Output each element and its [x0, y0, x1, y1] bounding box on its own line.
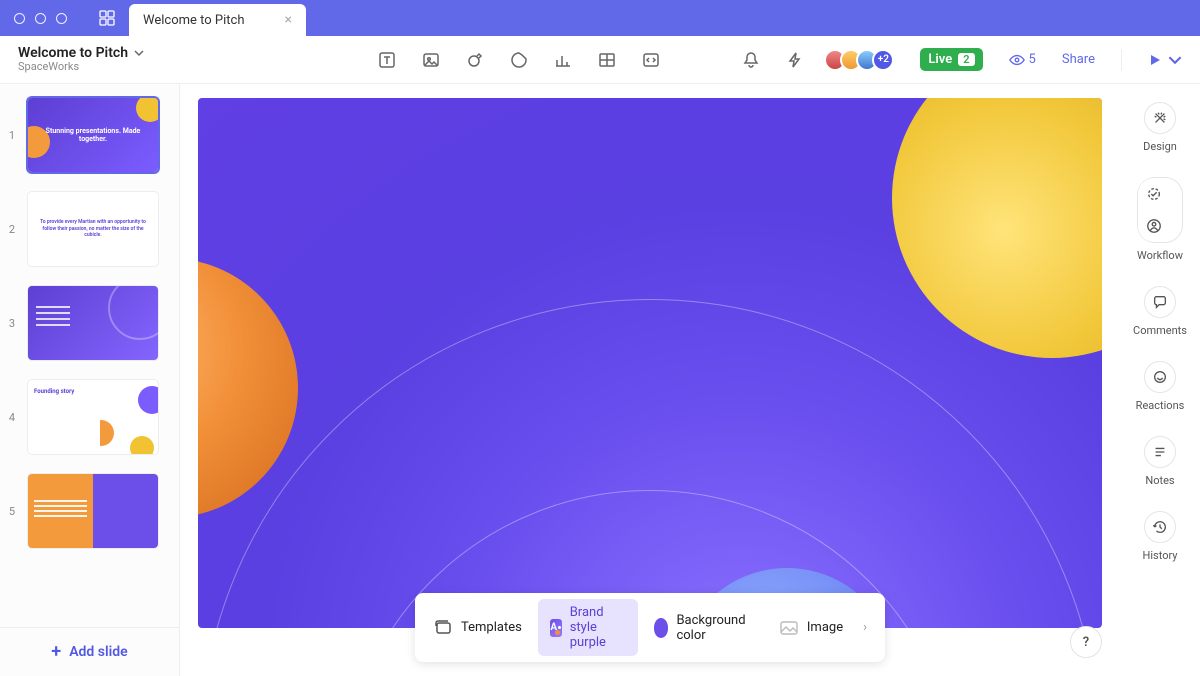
- check-circle-icon: [1146, 186, 1162, 202]
- person-circle-icon: [1146, 218, 1162, 234]
- embed-tool-icon[interactable]: [642, 51, 660, 69]
- table-tool-icon[interactable]: [598, 51, 616, 69]
- document-tab[interactable]: Welcome to Pitch ×: [129, 4, 306, 36]
- brand-style-button[interactable]: A Brand style purple: [538, 599, 638, 656]
- image-label: Image: [807, 620, 843, 635]
- brand-style-icon: A: [550, 619, 562, 637]
- slide-number: 4: [4, 411, 20, 424]
- notes-label: Notes: [1145, 474, 1174, 487]
- help-label: ?: [1083, 635, 1089, 650]
- divider: [1121, 49, 1122, 71]
- workflow-status-button[interactable]: [1138, 178, 1170, 210]
- comments-label: Comments: [1133, 324, 1187, 337]
- add-slide-button[interactable]: + Add slide: [0, 627, 179, 676]
- live-button[interactable]: Live 2: [920, 48, 982, 71]
- sticker-tool-icon[interactable]: [510, 51, 528, 69]
- thumbnail-preview: [28, 474, 158, 548]
- reactions-panel-button[interactable]: Reactions: [1136, 361, 1185, 412]
- toolbar: Welcome to Pitch SpaceWorks +2 Live 2 5: [0, 36, 1200, 84]
- thumbnail-preview: Founding story: [28, 380, 158, 454]
- reactions-label: Reactions: [1136, 399, 1185, 412]
- share-button[interactable]: Share: [1062, 52, 1095, 67]
- help-button[interactable]: ?: [1070, 626, 1102, 658]
- window-controls: [0, 0, 81, 36]
- avatar-overflow: +2: [872, 49, 894, 71]
- background-swatch-icon: [654, 618, 669, 638]
- comment-icon: [1152, 294, 1168, 310]
- document-meta[interactable]: Welcome to Pitch SpaceWorks: [18, 46, 144, 73]
- chevron-down-icon: [134, 48, 144, 58]
- chevron-down-icon: [1168, 53, 1182, 67]
- templates-icon: [433, 618, 453, 638]
- lightning-icon[interactable]: [786, 51, 804, 69]
- slide-thumbnail[interactable]: 1 Stunning presentations. Made together.: [0, 94, 179, 176]
- comments-panel-button[interactable]: Comments: [1133, 286, 1187, 337]
- slide-canvas[interactable]: [198, 98, 1102, 628]
- slide-list: 1 Stunning presentations. Made together.…: [0, 84, 179, 627]
- history-panel-button[interactable]: History: [1143, 511, 1178, 562]
- slide-style-toolbar: Templates A Brand style purple Backgroun…: [415, 593, 885, 662]
- eye-icon: [1009, 52, 1025, 68]
- window-minimize-icon[interactable]: [35, 13, 46, 24]
- design-label: Design: [1143, 140, 1177, 153]
- decorative-sphere-orange: [198, 258, 298, 518]
- toolbar-tools: +2 Live 2 5 Share: [378, 48, 1182, 71]
- image-swatch-icon: [779, 618, 799, 638]
- view-count-value: 5: [1029, 52, 1036, 67]
- canvas-area: Templates A Brand style purple Backgroun…: [180, 84, 1120, 676]
- templates-label: Templates: [461, 620, 522, 635]
- workflow-label: Workflow: [1137, 249, 1183, 262]
- history-icon: [1152, 519, 1168, 535]
- chevron-right-icon: ›: [863, 620, 867, 635]
- play-icon: [1148, 53, 1162, 67]
- slide-thumbnail[interactable]: 4 Founding story: [0, 376, 179, 458]
- document-title: Welcome to Pitch: [18, 46, 128, 61]
- brand-style-label: Brand style purple: [570, 605, 626, 650]
- slide-thumbnail[interactable]: 5: [0, 470, 179, 552]
- background-label: Background color: [676, 613, 750, 643]
- workflow-panel-group: Workflow: [1137, 177, 1183, 262]
- tab-title: Welcome to Pitch: [143, 13, 244, 28]
- image-tool-icon[interactable]: [422, 51, 440, 69]
- app-switcher-icon[interactable]: [81, 0, 129, 36]
- thumbnail-preview: To provide every Martian with an opportu…: [28, 192, 158, 266]
- title-bar: Welcome to Pitch ×: [0, 0, 1200, 36]
- live-label: Live: [928, 52, 952, 67]
- slide-number: 3: [4, 317, 20, 330]
- background-color-button[interactable]: Background color: [642, 607, 763, 649]
- smile-icon: [1152, 369, 1168, 385]
- notes-panel-button[interactable]: Notes: [1144, 436, 1176, 487]
- slide-thumbnail[interactable]: 3: [0, 282, 179, 364]
- decorative-sphere-yellow: [892, 98, 1102, 358]
- live-count-badge: 2: [958, 53, 974, 66]
- design-icon: [1152, 110, 1168, 126]
- thumbnail-preview: Stunning presentations. Made together.: [28, 98, 158, 172]
- chart-tool-icon[interactable]: [554, 51, 572, 69]
- add-slide-label: Add slide: [69, 644, 127, 660]
- workspace-name: SpaceWorks: [18, 61, 144, 73]
- notes-icon: [1152, 444, 1168, 460]
- present-button[interactable]: [1148, 53, 1182, 67]
- notifications-icon[interactable]: [742, 51, 760, 69]
- image-option-button[interactable]: Image ›: [767, 612, 879, 644]
- templates-button[interactable]: Templates: [421, 612, 534, 644]
- window-close-icon[interactable]: [14, 13, 25, 24]
- window-zoom-icon[interactable]: [56, 13, 67, 24]
- slide-number: 5: [4, 505, 20, 518]
- thumbnail-preview: [28, 286, 158, 360]
- shape-tool-icon[interactable]: [466, 51, 484, 69]
- workflow-assign-button[interactable]: [1138, 210, 1170, 242]
- slide-thumbnail[interactable]: 2 To provide every Martian with an oppor…: [0, 188, 179, 270]
- right-rail: Design Workflow Comments Reactions Notes…: [1120, 84, 1200, 676]
- design-panel-button[interactable]: Design: [1143, 102, 1177, 153]
- slide-number: 2: [4, 223, 20, 236]
- view-count[interactable]: 5: [1009, 52, 1036, 68]
- tab-close-icon[interactable]: ×: [284, 12, 291, 28]
- text-tool-icon[interactable]: [378, 51, 396, 69]
- slide-panel: 1 Stunning presentations. Made together.…: [0, 84, 180, 676]
- history-label: History: [1143, 549, 1178, 562]
- collaborator-avatars[interactable]: +2: [830, 49, 894, 71]
- slide-number: 1: [4, 129, 20, 142]
